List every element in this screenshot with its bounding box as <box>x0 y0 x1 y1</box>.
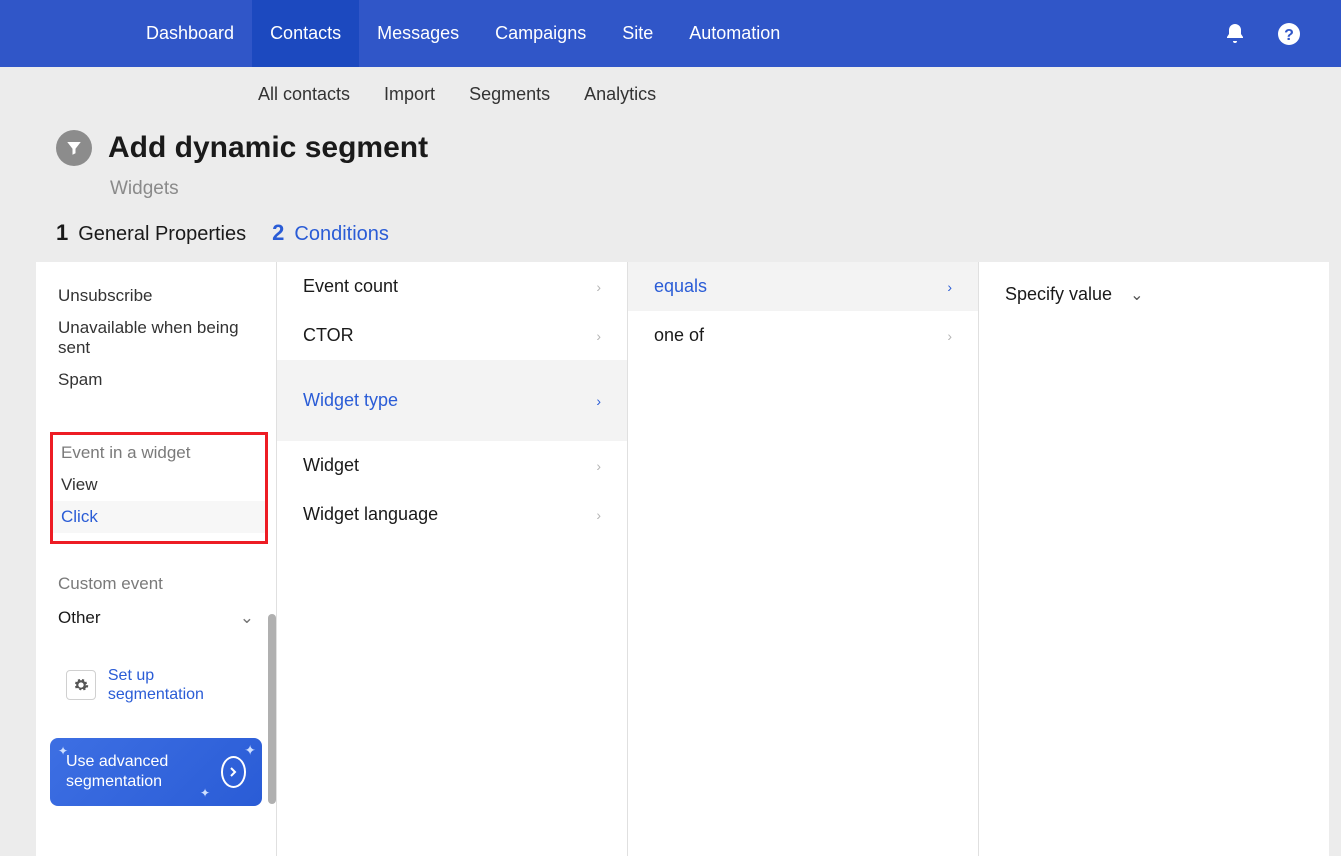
dropdown-other[interactable]: Other ⌄ <box>36 600 276 636</box>
row-label: Event count <box>303 276 398 297</box>
sub-nav: All contacts Import Segments Analytics <box>0 67 1341 122</box>
row-label: CTOR <box>303 325 354 346</box>
tab-label: General Properties <box>78 223 246 246</box>
gear-icon <box>66 670 96 700</box>
subnav-all-contacts[interactable]: All contacts <box>258 84 350 105</box>
chevron-right-icon: › <box>596 507 601 523</box>
page-title: Add dynamic segment <box>108 131 428 165</box>
subnav-import[interactable]: Import <box>384 84 435 105</box>
row-one-of[interactable]: one of › <box>628 311 978 360</box>
group-custom-event: Custom event <box>36 544 276 600</box>
help-icon[interactable]: ? <box>1277 22 1301 46</box>
nav-site[interactable]: Site <box>604 0 671 67</box>
adv-button-label: Use advanced segmentation <box>66 752 221 792</box>
title-bar: Add dynamic segment Widgets <box>0 122 1341 200</box>
setup-link-text: Set up segmentation <box>108 666 254 704</box>
top-nav: Dashboard Contacts Messages Campaigns Si… <box>0 0 1341 67</box>
row-ctor[interactable]: CTOR › <box>277 311 627 360</box>
nav-dashboard[interactable]: Dashboard <box>128 0 252 67</box>
tab-conditions[interactable]: 2 Conditions <box>272 220 389 246</box>
chevron-right-icon: › <box>947 328 952 344</box>
tab-number: 2 <box>272 220 284 246</box>
chevron-right-icon: › <box>596 458 601 474</box>
conditions-column-1: Event count › CTOR › Widget type › Widge… <box>277 262 628 856</box>
nav-campaigns[interactable]: Campaigns <box>477 0 604 67</box>
specify-label: Specify value <box>1005 284 1112 305</box>
conditions-column-3: Specify value ⌄ <box>979 262 1329 856</box>
chevron-right-icon: › <box>596 393 601 409</box>
wizard-tabs: 1 General Properties 2 Conditions <box>0 200 1341 258</box>
row-widget[interactable]: Widget › <box>277 441 627 490</box>
nav-contacts[interactable]: Contacts <box>252 0 359 67</box>
bell-icon[interactable] <box>1223 22 1247 46</box>
row-label: Widget type <box>303 390 398 411</box>
row-label: equals <box>654 276 707 297</box>
subnav-segments[interactable]: Segments <box>469 84 550 105</box>
chevron-down-icon: ⌄ <box>1130 285 1143 305</box>
scrollbar-thumb[interactable] <box>268 614 276 804</box>
dropdown-label: Other <box>58 608 101 628</box>
item-unavailable[interactable]: Unavailable when being sent <box>36 312 276 364</box>
sparkle-icon: ✦ <box>58 744 68 758</box>
subnav-analytics[interactable]: Analytics <box>584 84 656 105</box>
highlight-annotation: Event in a widget View Click <box>50 432 268 544</box>
separator <box>277 360 627 376</box>
row-label: Widget language <box>303 504 438 525</box>
row-event-count[interactable]: Event count › <box>277 262 627 311</box>
page-subtitle: Widgets <box>110 178 1341 200</box>
left-panel: Unsubscribe Unavailable when being sent … <box>36 262 277 856</box>
item-spam[interactable]: Spam <box>36 364 276 396</box>
row-label: Widget <box>303 455 359 476</box>
specify-value-dropdown[interactable]: Specify value ⌄ <box>979 262 1329 327</box>
item-unsubscribe[interactable]: Unsubscribe <box>36 280 276 312</box>
row-label: one of <box>654 325 704 346</box>
chevron-right-icon: › <box>596 328 601 344</box>
group-event-in-widget: Event in a widget <box>53 435 265 469</box>
tab-label: Conditions <box>294 223 389 246</box>
separator <box>277 425 627 441</box>
row-widget-type[interactable]: Widget type › <box>277 376 627 425</box>
chevron-down-icon: ⌄ <box>240 608 254 628</box>
conditions-column-2: equals › one of › <box>628 262 979 856</box>
item-click[interactable]: Click <box>53 501 265 533</box>
sparkle-icon: ✦ <box>244 742 256 759</box>
chevron-right-circle-icon <box>221 756 246 788</box>
funnel-icon <box>56 130 92 166</box>
chevron-right-icon: › <box>947 279 952 295</box>
row-equals[interactable]: equals › <box>628 262 978 311</box>
svg-text:?: ? <box>1284 27 1294 44</box>
setup-segmentation-link[interactable]: Set up segmentation <box>36 636 276 704</box>
chevron-right-icon: › <box>596 279 601 295</box>
advanced-segmentation-button[interactable]: ✦ ✦ ✦ Use advanced segmentation <box>50 738 262 806</box>
row-widget-language[interactable]: Widget language › <box>277 490 627 539</box>
item-view[interactable]: View <box>53 469 265 501</box>
sparkle-icon: ✦ <box>200 786 210 800</box>
nav-automation[interactable]: Automation <box>671 0 798 67</box>
tab-general-properties[interactable]: 1 General Properties <box>56 220 246 246</box>
nav-messages[interactable]: Messages <box>359 0 477 67</box>
tab-number: 1 <box>56 220 68 246</box>
workspace: Unsubscribe Unavailable when being sent … <box>36 262 1329 856</box>
